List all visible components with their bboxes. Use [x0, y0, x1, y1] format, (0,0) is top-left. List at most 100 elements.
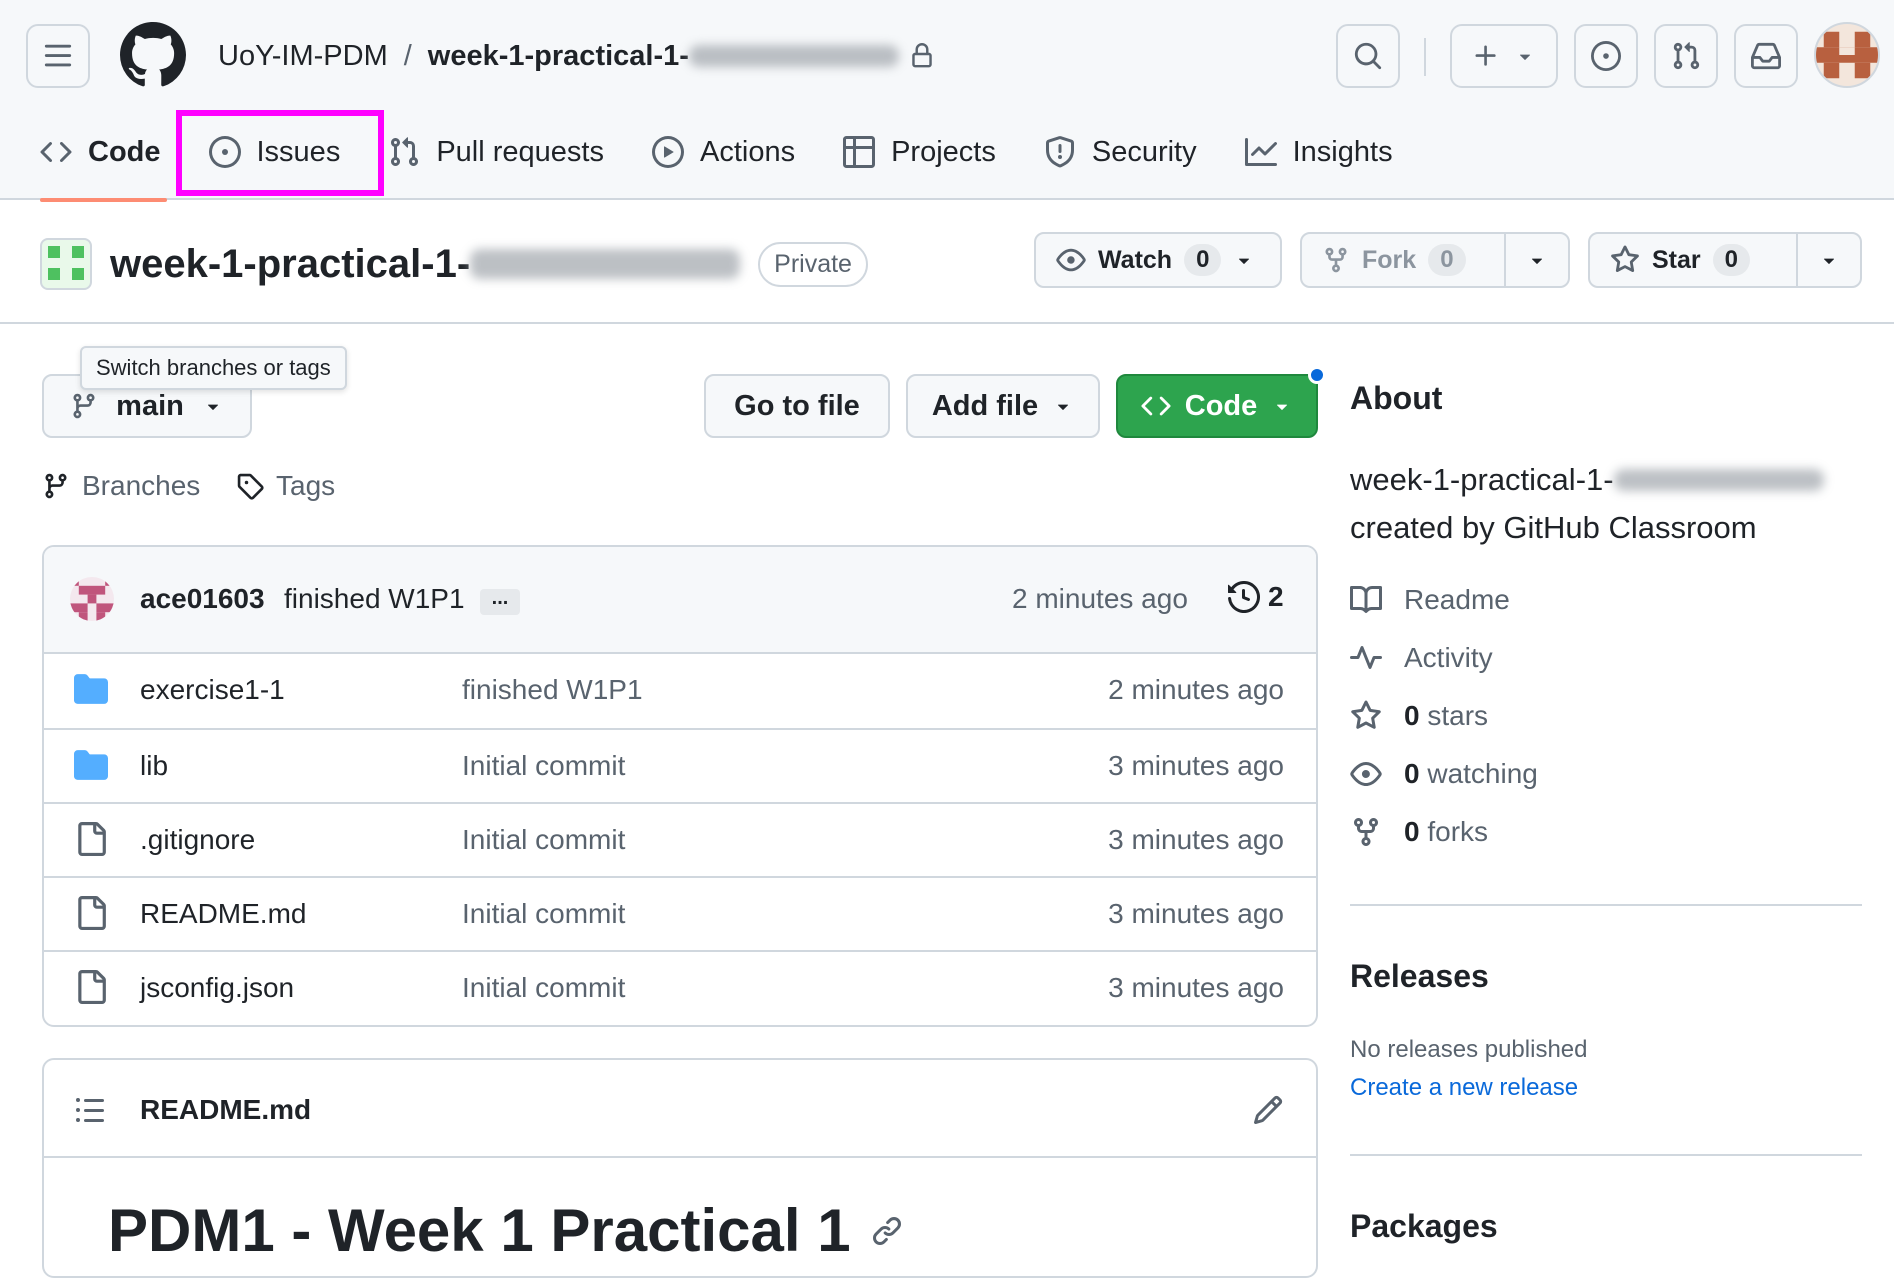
link-icon[interactable] [871, 1215, 903, 1247]
branch-tooltip: Switch branches or tags [80, 346, 347, 390]
triangle-down-icon [1519, 54, 1531, 60]
about-heading: About [1350, 380, 1443, 416]
file-row[interactable]: lib Initial commit 3 minutes ago [44, 728, 1316, 802]
table-icon [843, 136, 876, 168]
stars-link[interactable]: 0 stars [1350, 700, 1488, 732]
tab-projects-label: Projects [891, 135, 996, 168]
commit-history-link[interactable]: 2 [1228, 581, 1284, 613]
commit-count: 2 [1268, 581, 1284, 612]
tab-code-label: Code [88, 135, 161, 168]
file-commit-message[interactable]: Initial commit [462, 972, 625, 1004]
file-name[interactable]: .gitignore [140, 824, 255, 856]
code-dropdown-button[interactable]: Code [1116, 374, 1318, 438]
file-name[interactable]: jsconfig.json [140, 972, 294, 1004]
packages-heading[interactable]: Packages [1350, 1208, 1498, 1245]
star-button[interactable]: Star 0 [1590, 234, 1796, 286]
triangle-down-icon [207, 404, 218, 410]
inbox-button[interactable] [1734, 24, 1798, 88]
activity-link[interactable]: Activity [1350, 642, 1493, 674]
tab-code[interactable]: Code [40, 120, 185, 202]
redacted-username [470, 249, 741, 279]
commit-author-avatar[interactable] [70, 577, 114, 621]
star-button-group: Star 0 [1588, 232, 1862, 288]
git-pull-request-icon [1673, 42, 1700, 70]
go-to-file-button[interactable]: Go to file [704, 374, 890, 438]
watching-link[interactable]: 0 watching [1350, 758, 1538, 790]
plus-icon [1475, 45, 1496, 66]
user-avatar[interactable] [1814, 22, 1880, 88]
file-name[interactable]: README.md [140, 898, 306, 930]
watch-button[interactable]: Watch 0 [1036, 234, 1280, 286]
create-release-link[interactable]: Create a new release [1350, 1074, 1578, 1102]
eye-icon [1056, 248, 1086, 272]
stars-label: stars [1427, 700, 1489, 731]
book-icon [1350, 585, 1382, 613]
add-file-button[interactable]: Add file [906, 374, 1100, 438]
file-commit-message[interactable]: Initial commit [462, 898, 625, 930]
about-description-prefix: week-1-practical-1- [1350, 462, 1614, 497]
releases-empty-text: No releases published [1350, 1036, 1588, 1063]
play-icon [651, 136, 684, 168]
create-new-button[interactable] [1450, 24, 1558, 88]
breadcrumb-repo[interactable]: week-1-practical-1- [428, 34, 689, 78]
sidebar-divider [1350, 904, 1862, 906]
code-icon [1141, 396, 1171, 416]
file-row[interactable]: exercise1-1 finished W1P1 2 minutes ago [44, 654, 1316, 728]
releases-heading[interactable]: Releases [1350, 958, 1489, 995]
about-description-suffix: created by GitHub Classroom [1350, 510, 1757, 545]
file-commit-time: 3 minutes ago [1108, 750, 1284, 781]
file-commit-message[interactable]: finished W1P1 [462, 674, 643, 706]
file-name[interactable]: lib [140, 750, 168, 782]
breadcrumb-owner[interactable]: UoY-IM-PDM [218, 34, 388, 78]
file-row[interactable]: .gitignore Initial commit 3 minutes ago [44, 802, 1316, 876]
commit-ellipsis-button[interactable]: ... [480, 588, 520, 615]
header-bottom-divider [0, 322, 1894, 324]
forks-count: 0 [1404, 816, 1420, 847]
file-commit-message[interactable]: Initial commit [462, 750, 625, 782]
fork-dropdown-button[interactable] [1504, 234, 1568, 286]
file-list: ace01603 finished W1P1 ... 2 minutes ago… [42, 545, 1318, 1027]
tags-link[interactable]: Tags [236, 470, 335, 502]
forks-link[interactable]: 0 forks [1350, 816, 1488, 848]
file-row[interactable]: jsconfig.json Initial commit 3 minutes a… [44, 950, 1316, 1024]
tab-projects[interactable]: Projects [819, 120, 1020, 184]
file-name[interactable]: exercise1-1 [140, 674, 285, 706]
eye-icon [1350, 762, 1382, 786]
triangle-down-icon [1823, 258, 1835, 264]
readme-heading: PDM1 - Week 1 Practical 1 [108, 1196, 903, 1265]
forks-label: forks [1427, 816, 1489, 847]
star-label: Star [1652, 245, 1701, 274]
inbox-icon [1751, 42, 1781, 70]
readme-link[interactable]: Readme [1350, 584, 1510, 616]
file-row[interactable]: README.md Initial commit 3 minutes ago [44, 876, 1316, 950]
branches-link[interactable]: Branches [42, 470, 200, 502]
graph-icon [1244, 138, 1277, 166]
tab-security[interactable]: Security [1020, 120, 1221, 184]
commit-message[interactable]: finished W1P1 [284, 583, 465, 615]
tab-security-label: Security [1091, 135, 1197, 168]
your-pull-requests-button[interactable] [1654, 24, 1718, 88]
tags-label: Tags [276, 470, 336, 501]
your-issues-button[interactable] [1574, 24, 1638, 88]
pencil-icon[interactable] [1252, 1094, 1284, 1126]
fork-button[interactable]: Fork 0 [1302, 234, 1504, 286]
file-commit-time: 3 minutes ago [1108, 898, 1284, 929]
list-unordered-icon[interactable] [74, 1094, 106, 1126]
tab-pull-requests[interactable]: Pull requests [364, 120, 628, 184]
repo-owner-avatar[interactable] [40, 238, 92, 290]
star-dropdown-button[interactable] [1796, 234, 1860, 286]
readme-filename[interactable]: README.md [140, 1094, 311, 1126]
commit-author[interactable]: ace01603 [140, 583, 265, 615]
repo-name[interactable]: week-1-practical-1- [110, 241, 741, 287]
code-button-label: Code [1184, 389, 1258, 422]
menu-button[interactable] [26, 24, 90, 88]
repo-name-text: week-1-practical-1- [110, 241, 471, 286]
tab-actions[interactable]: Actions [628, 120, 819, 184]
readme-header: README.md [44, 1060, 1316, 1158]
file-commit-message[interactable]: Initial commit [462, 824, 625, 856]
search-button[interactable] [1336, 24, 1400, 88]
github-logo-icon[interactable] [120, 22, 186, 88]
branches-label: Branches [82, 470, 201, 501]
readme-heading-text: PDM1 - Week 1 Practical 1 [108, 1197, 851, 1264]
tab-insights[interactable]: Insights [1221, 120, 1417, 184]
